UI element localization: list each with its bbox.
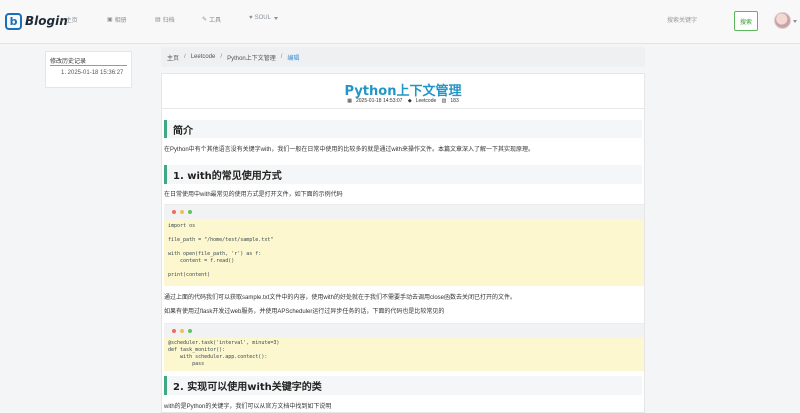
user-avatar[interactable] [774, 12, 791, 29]
archive-icon: ▤ [155, 17, 161, 23]
paragraph-after-code: 通过上面的代码我们可以获取sample.txt文件中的内容，使用with的好处就… [164, 295, 517, 301]
history-sidebar: 修改历史记录 1. 2025-01-18 15:36:27 [45, 51, 132, 88]
top-navbar: b Blogin ⌂ 主页 ▣ 相册 ▤ 归档 ✎ 工具 ♥ SOUL 搜索 [0, 0, 800, 44]
article-card: Python上下文管理 ▦ 2025-01-18 14:53:07 ◆ Leetco… [161, 73, 645, 413]
search-input[interactable] [663, 12, 727, 30]
nav-item-tools[interactable]: ✎ 工具 [202, 15, 221, 24]
heading-intro: 简介 [164, 120, 642, 138]
soul-icon: ♥ [249, 15, 253, 21]
red-dot-icon [172, 210, 176, 214]
breadcrumb-category[interactable]: Leetcode [191, 54, 216, 60]
code-text: @scheduler.task('interval', minute=3) def… [168, 340, 279, 368]
divider [162, 108, 644, 109]
calendar-icon: ▦ [347, 98, 352, 104]
heading-with-usage: 1. with的常见使用方式 [164, 165, 642, 184]
code-block-scheduler: @scheduler.task('interval', minute=3) def… [164, 323, 644, 371]
post-views: 183 [450, 98, 459, 104]
breadcrumb-separator: / [184, 54, 186, 60]
red-dot-icon [172, 329, 176, 333]
tag-icon: ◆ [407, 98, 412, 104]
code-line: def task_monitor(): [168, 347, 226, 353]
nav-item-label: 工具 [209, 18, 222, 24]
nav-item-soul-dropdown[interactable]: ♥ SOUL [249, 15, 278, 21]
code-text: import os file_path = "/home/test/sample… [168, 223, 273, 279]
nav-item-label: 相册 [114, 18, 127, 24]
image-icon: ▣ [107, 17, 113, 23]
paragraph-implement-with: with的是Python的关键字，我们可以从官方文档中找到如下说明 [164, 404, 332, 410]
paragraph-flask: 如果有使用过flask开发过web服务，并使用APScheduler运行过异步任… [164, 309, 445, 315]
logo-mark-icon: b [5, 12, 22, 30]
code-block-open-file: import os file_path = "/home/test/sample… [164, 204, 644, 286]
chevron-down-icon [273, 16, 278, 20]
breadcrumb-home[interactable]: 主页 [167, 53, 179, 62]
nav-item-label: SOUL [254, 15, 271, 21]
search-button[interactable]: 搜索 [734, 11, 758, 31]
code-line: with scheduler.app.contect(): [168, 354, 268, 360]
code-line: print(content) [168, 272, 211, 278]
views-icon: ▥ [441, 98, 447, 104]
breadcrumb-separator: / [280, 54, 283, 60]
paragraph-with-usage: 在日常使用中with最常见的使用方式是打开文件，如下面的示例代码 [164, 192, 343, 198]
site-logo[interactable]: b Blogin [5, 12, 68, 30]
divider [50, 65, 127, 66]
nav-item-album[interactable]: ▣ 相册 [107, 15, 127, 24]
yellow-dot-icon [180, 329, 184, 333]
post-date: 2025-01-18 14:53:07 [356, 98, 403, 104]
chevron-down-icon[interactable] [793, 20, 797, 23]
home-icon: ⌂ [60, 16, 64, 23]
code-header [164, 324, 644, 338]
breadcrumb-post[interactable]: Python上下文管理 [227, 53, 276, 62]
breadcrumb-separator: / [220, 54, 223, 60]
nav-item-home[interactable]: ⌂ 主页 [60, 15, 78, 25]
sidebar-title: 修改历史记录 [50, 59, 87, 65]
heading-implement-with: 2. 实现可以使用with关键字的类 [164, 376, 642, 395]
code-header [164, 205, 644, 219]
history-item[interactable]: 1. 2025-01-18 15:36:27 [61, 70, 123, 76]
paragraph-intro: 在Python中有个其他语言没有关键字with，我们一般在日常中使用的比较多的就… [164, 147, 535, 153]
yellow-dot-icon [180, 210, 184, 214]
code-line: pass [168, 361, 205, 367]
code-line: @scheduler.task('interval', minute=3) [168, 340, 280, 346]
post-meta: ▦ 2025-01-18 14:53:07 ◆ Leetcode ▥ 183 [162, 98, 644, 104]
nav-item-label: 归档 [162, 18, 175, 24]
green-dot-icon [188, 210, 192, 214]
breadcrumb: 主页 / Leetcode / Python上下文管理 / 编辑 [161, 47, 645, 67]
post-category[interactable]: Leetcode [416, 98, 437, 104]
code-line: import os [168, 223, 196, 229]
post-title: Python上下文管理 [344, 84, 462, 99]
code-line: file_path = "/home/test/sample.txt" [168, 237, 274, 243]
green-dot-icon [188, 329, 192, 333]
nav-item-archive[interactable]: ▤ 归档 [155, 15, 175, 24]
code-line: with open(file_path, 'r') as f: [168, 251, 262, 257]
breadcrumb-current: 编辑 [287, 55, 300, 62]
nav-item-label: 主页 [65, 18, 78, 24]
code-line: content = f.read() [168, 258, 235, 264]
wrench-icon: ✎ [202, 17, 208, 23]
